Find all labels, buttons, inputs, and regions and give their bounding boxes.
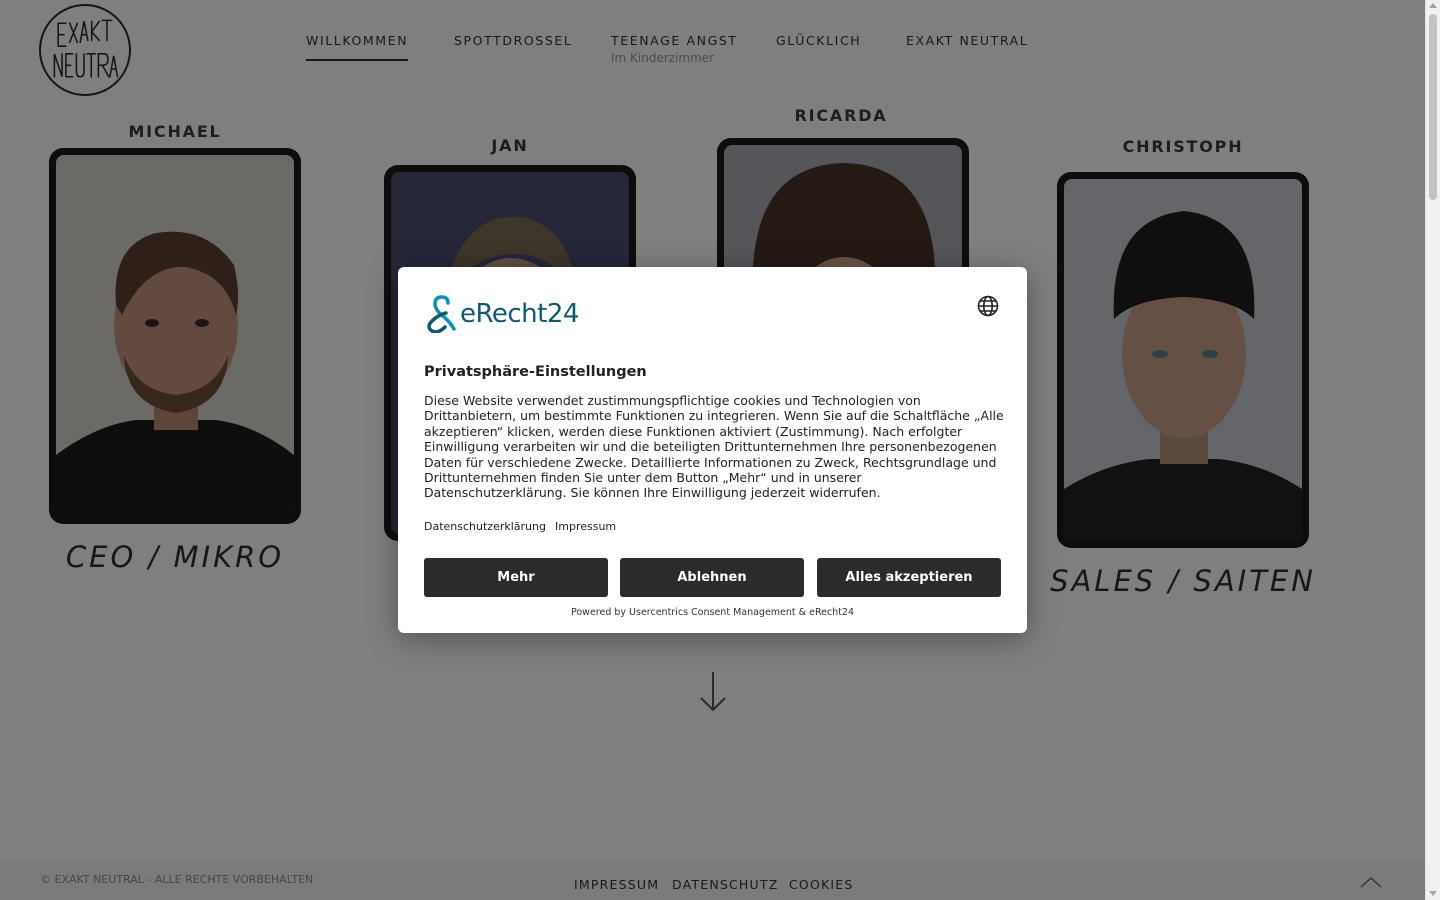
- more-button[interactable]: Mehr: [424, 558, 608, 597]
- ampersand-icon: [427, 295, 456, 333]
- decline-button[interactable]: Ablehnen: [620, 558, 804, 597]
- imprint-link[interactable]: Impressum: [555, 520, 616, 533]
- accept-all-button[interactable]: Alles akzeptieren: [817, 558, 1001, 597]
- scroll-down-arrow-icon[interactable]: [1429, 891, 1437, 896]
- erecht24-logo: eRecht24: [424, 294, 579, 334]
- powered-by-note: Powered by Usercentrics Consent Manageme…: [570, 607, 855, 618]
- privacy-policy-link[interactable]: Datenschutzerklärung: [424, 520, 546, 533]
- consent-text: Diese Website verwendet zustimmungspflic…: [424, 393, 1004, 501]
- globe-icon[interactable]: [977, 295, 999, 317]
- scroll-up-arrow-icon[interactable]: [1429, 3, 1437, 8]
- consent-modal: eRecht24 Privatsphäre-Einstellungen Dies…: [398, 267, 1027, 633]
- brand-text: eRecht24: [460, 299, 579, 329]
- vertical-scrollbar[interactable]: [1425, 0, 1440, 900]
- scrollbar-thumb[interactable]: [1429, 14, 1437, 200]
- consent-title: Privatsphäre-Einstellungen: [424, 364, 647, 380]
- page: WILLKOMMEN SPOTTDROSSEL TEENAGE ANGST Im…: [0, 0, 1425, 900]
